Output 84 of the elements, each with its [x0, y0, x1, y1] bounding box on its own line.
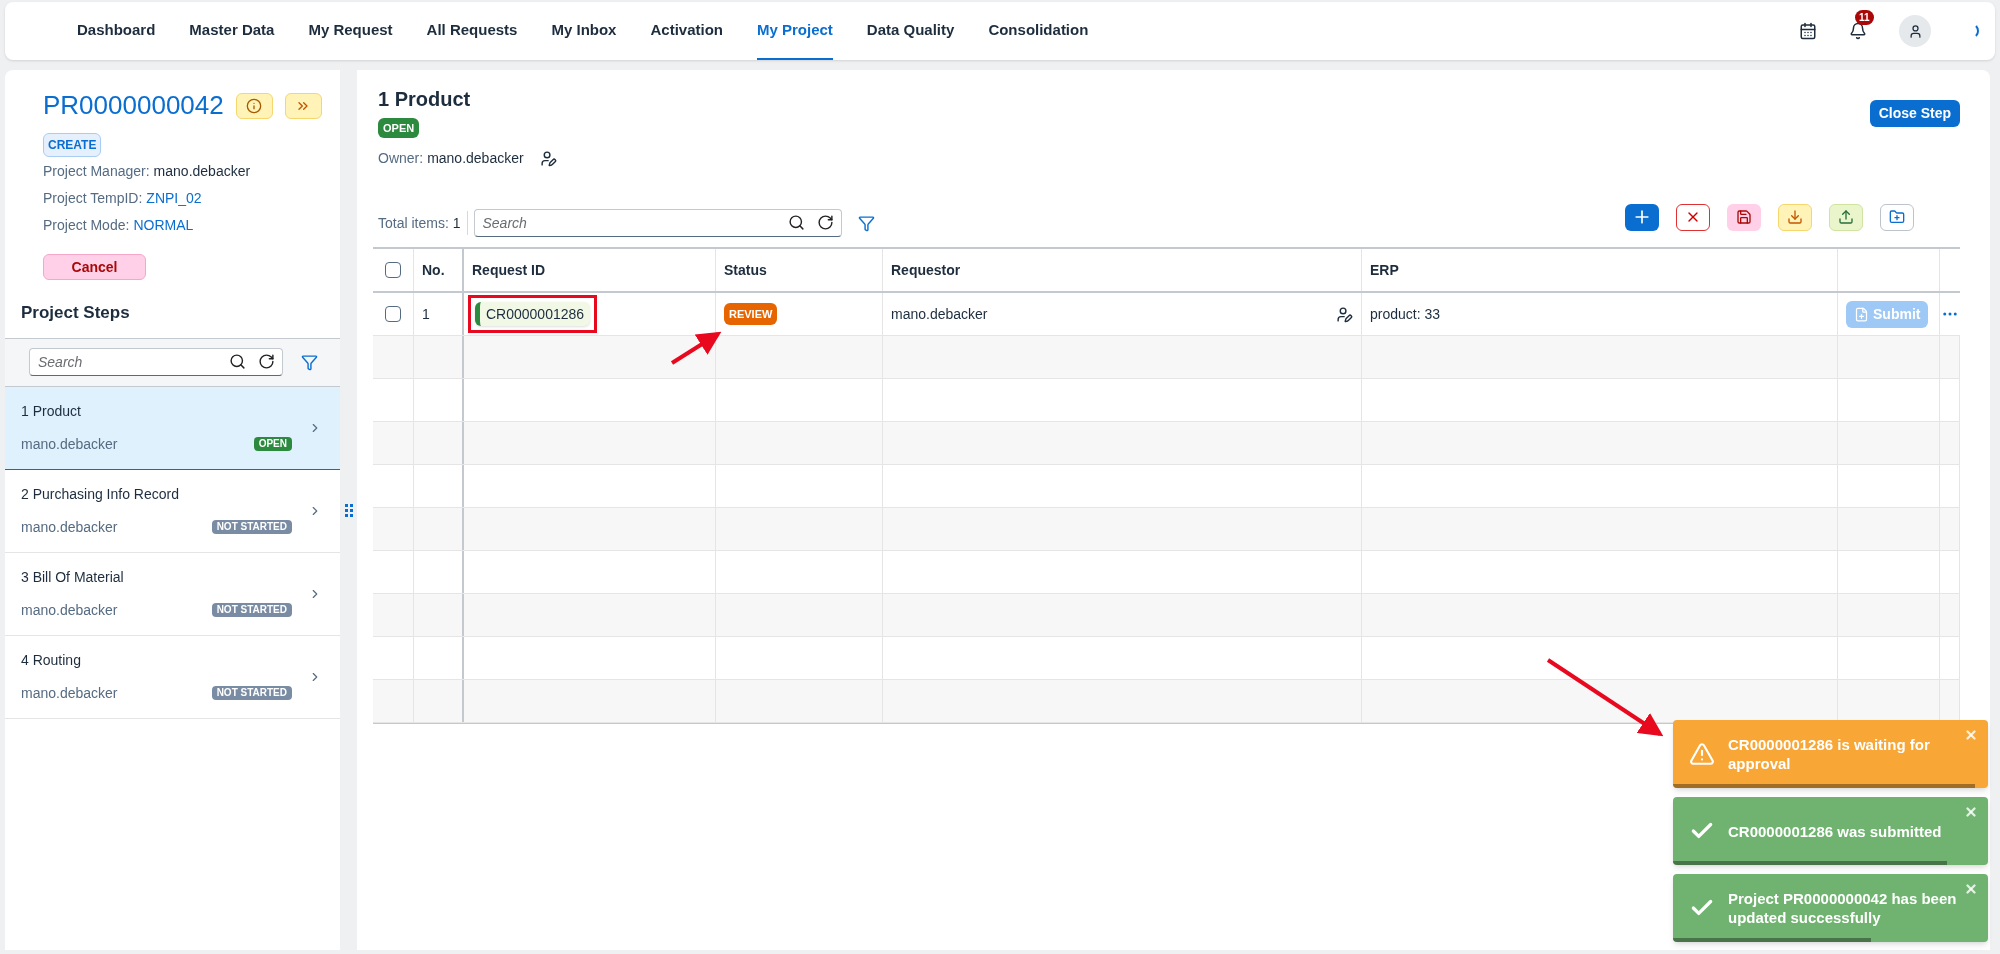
- field-label: Project Mode:: [43, 216, 130, 235]
- step-list-item[interactable]: 1 Product mano.debacker OPEN: [5, 386, 340, 470]
- project-id: PR0000000042: [43, 89, 224, 122]
- status-badge: REVIEW: [724, 303, 778, 325]
- column-header: No.: [422, 260, 445, 280]
- download-icon: [1787, 209, 1803, 225]
- nav-tab[interactable]: Consolidation: [988, 2, 1089, 60]
- table-cell-text: mano.debacker: [891, 304, 988, 324]
- bell-icon[interactable]: [1849, 22, 1867, 40]
- field-value: mano.debacker: [153, 162, 251, 181]
- table-cell-text: product: 33: [1370, 304, 1441, 324]
- nav-tab[interactable]: My Project: [757, 2, 833, 60]
- info-button[interactable]: [235, 92, 273, 119]
- save-button[interactable]: [1727, 203, 1761, 231]
- filter-icon[interactable]: [857, 214, 875, 232]
- nav-tab[interactable]: Master Data: [189, 2, 275, 60]
- field-value[interactable]: NORMAL: [133, 215, 194, 236]
- column-header: Status: [724, 260, 767, 280]
- owner-label: Owner:: [378, 149, 424, 168]
- status-badge: OPEN: [378, 118, 420, 138]
- select-all-checkbox[interactable]: [385, 262, 401, 278]
- status-badge: NOT STARTED: [211, 520, 292, 534]
- cancel-button[interactable]: Cancel: [43, 254, 146, 280]
- field-value[interactable]: ZNPI_02: [146, 188, 202, 209]
- file-plus-icon: [1854, 306, 1869, 322]
- step-name: 4 Routing: [21, 650, 82, 670]
- search-field[interactable]: Search: [473, 209, 842, 237]
- column-header: Requestor: [891, 260, 961, 280]
- upload-icon: [1838, 209, 1854, 225]
- status-badge: OPEN: [253, 437, 292, 451]
- forward-button[interactable]: [284, 92, 322, 119]
- step-name: 2 Purchasing Info Record: [21, 484, 180, 504]
- status-badge: NOT STARTED: [211, 603, 292, 617]
- edit-user-icon[interactable]: [1336, 305, 1353, 323]
- nav-tab[interactable]: Activation: [650, 2, 723, 60]
- step-owner: mano.debacker: [21, 434, 118, 454]
- owner-value: mano.debacker: [427, 149, 524, 168]
- step-name: 3 Bill Of Material: [21, 567, 125, 587]
- avatar-button[interactable]: [1899, 15, 1931, 47]
- search-icon[interactable]: [229, 353, 246, 370]
- user-icon: [1907, 23, 1923, 39]
- nav-tab[interactable]: My Request: [308, 2, 393, 60]
- step-owner: mano.debacker: [21, 683, 118, 703]
- request-id-chip[interactable]: CR0000001286: [475, 302, 591, 326]
- nav-tab[interactable]: Dashboard: [77, 2, 156, 60]
- toast-message: CR0000001286 was submitted: [1728, 821, 1942, 841]
- type-badge: CREATE: [43, 133, 102, 157]
- refresh-icon[interactable]: [816, 214, 834, 231]
- close-step-button[interactable]: Close Step: [1869, 100, 1960, 127]
- status-badge: NOT STARTED: [211, 686, 292, 700]
- step-name: 1 Product: [21, 401, 82, 421]
- add-button[interactable]: [1625, 203, 1659, 231]
- field-label: Project TempID:: [43, 189, 143, 208]
- step-owner: mano.debacker: [21, 600, 118, 620]
- delete-button[interactable]: [1676, 203, 1710, 231]
- toast-message: CR0000001286 is waiting for approval: [1728, 735, 1931, 773]
- nav-tab[interactable]: Data Quality: [866, 2, 955, 60]
- notification-count: 11: [1855, 10, 1874, 25]
- nav-tab[interactable]: All Requests: [426, 2, 518, 60]
- field-label: Project Manager:: [43, 162, 150, 181]
- row-checkbox[interactable]: [385, 306, 401, 322]
- upload-button[interactable]: [1829, 203, 1863, 231]
- new-folder-button[interactable]: [1880, 203, 1914, 231]
- nav-tab[interactable]: My Inbox: [551, 2, 617, 60]
- step-title: 1 Product: [378, 87, 472, 112]
- calendar-icon[interactable]: [1799, 22, 1817, 40]
- annotation-arrow: [670, 331, 722, 365]
- table-cell-text: 1: [422, 304, 430, 324]
- section-title: Project Steps: [20, 302, 131, 324]
- download-button[interactable]: [1778, 203, 1812, 231]
- edit-user-icon[interactable]: [539, 150, 557, 167]
- drag-handle-icon[interactable]: [344, 503, 353, 517]
- refresh-icon[interactable]: [258, 353, 275, 370]
- column-header: Request ID: [472, 260, 546, 280]
- column-header: ERP: [1370, 260, 1399, 280]
- warning-icon: [1689, 741, 1715, 767]
- folder-plus-icon: [1889, 209, 1905, 225]
- step-owner: mano.debacker: [21, 517, 118, 537]
- total-items-label: Total items: 1: [378, 213, 461, 233]
- info-icon: [246, 97, 263, 114]
- filter-icon[interactable]: [301, 353, 318, 371]
- search-icon[interactable]: [787, 214, 805, 231]
- search-field[interactable]: Search: [29, 348, 283, 376]
- toast-message: Project PR0000000042 has been updated successfully: [1728, 889, 1958, 927]
